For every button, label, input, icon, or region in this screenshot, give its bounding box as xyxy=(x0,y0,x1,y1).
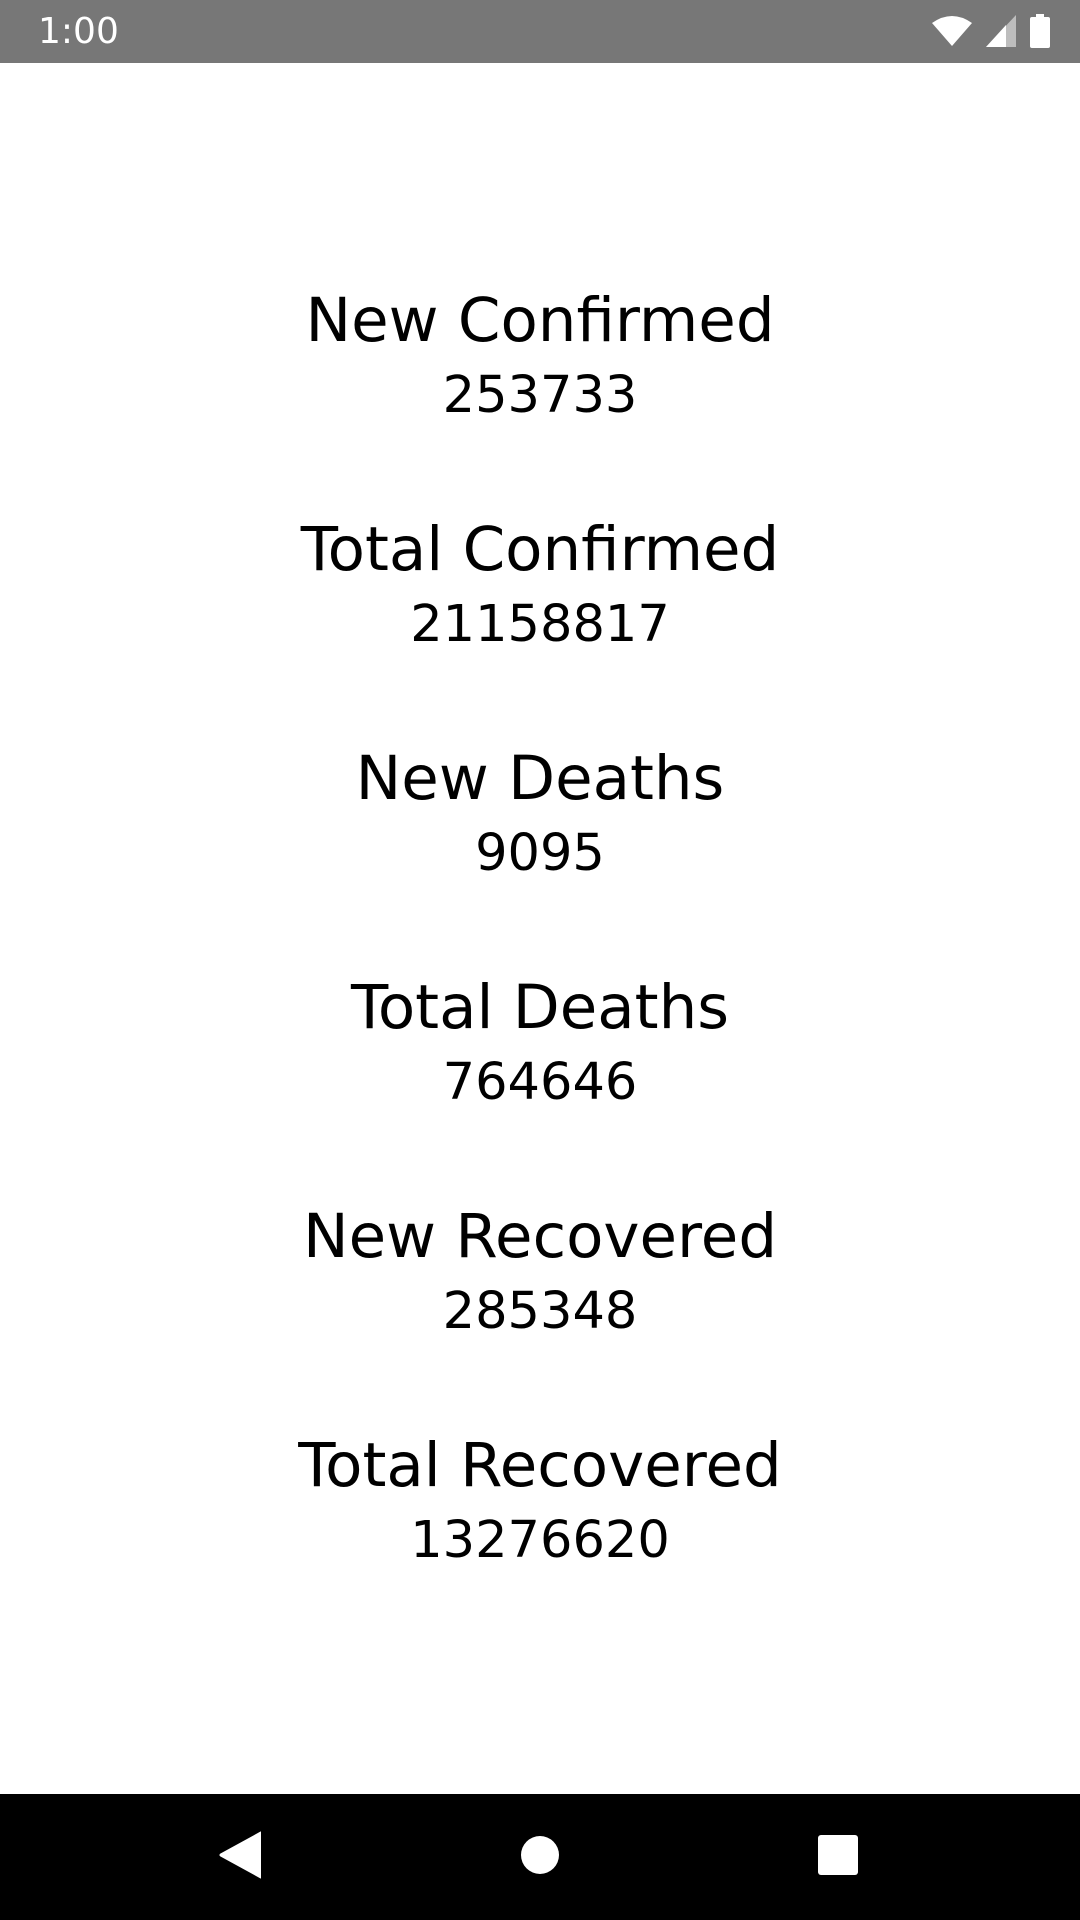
back-button[interactable] xyxy=(207,1824,273,1890)
stat-label: New Deaths xyxy=(355,743,725,814)
stat-value: 9095 xyxy=(475,824,605,883)
stat-label: Total Deaths xyxy=(350,972,730,1043)
stat-label: New Confirmed xyxy=(305,285,775,356)
stat-total-recovered: Total Recovered 13276620 xyxy=(0,1427,1080,1656)
status-time: 1:00 xyxy=(38,11,119,52)
stat-total-confirmed: Total Confirmed 21158817 xyxy=(0,511,1080,740)
stat-value: 253733 xyxy=(442,366,638,425)
app-screen: 1:00 New Confirmed 253733 Total Confirme… xyxy=(0,0,1080,1920)
stat-value: 13276620 xyxy=(410,1511,670,1570)
stat-label: Total Confirmed xyxy=(300,514,780,585)
wifi-icon xyxy=(932,15,972,47)
stat-new-deaths: New Deaths 9095 xyxy=(0,740,1080,969)
stat-new-recovered: New Recovered 285348 xyxy=(0,1198,1080,1427)
stat-new-confirmed: New Confirmed 253733 xyxy=(0,282,1080,511)
stat-value: 285348 xyxy=(442,1282,638,1341)
stat-label: Total Recovered xyxy=(298,1430,782,1501)
stat-value: 21158817 xyxy=(410,595,670,654)
status-bar: 1:00 xyxy=(0,0,1080,63)
stat-value: 764646 xyxy=(442,1053,638,1112)
stats-list: New Confirmed 253733 Total Confirmed 211… xyxy=(0,282,1080,1656)
battery-icon xyxy=(1030,14,1050,48)
stat-total-deaths: Total Deaths 764646 xyxy=(0,969,1080,1198)
stat-label: New Recovered xyxy=(302,1201,778,1272)
cell-signal-icon xyxy=(986,15,1016,47)
home-icon xyxy=(520,1835,560,1880)
recents-button[interactable] xyxy=(805,1824,871,1890)
home-button[interactable] xyxy=(507,1824,573,1890)
recents-icon xyxy=(818,1834,858,1880)
back-icon xyxy=(219,1831,263,1884)
navigation-bar xyxy=(0,1794,1080,1920)
status-icons xyxy=(932,13,1050,49)
